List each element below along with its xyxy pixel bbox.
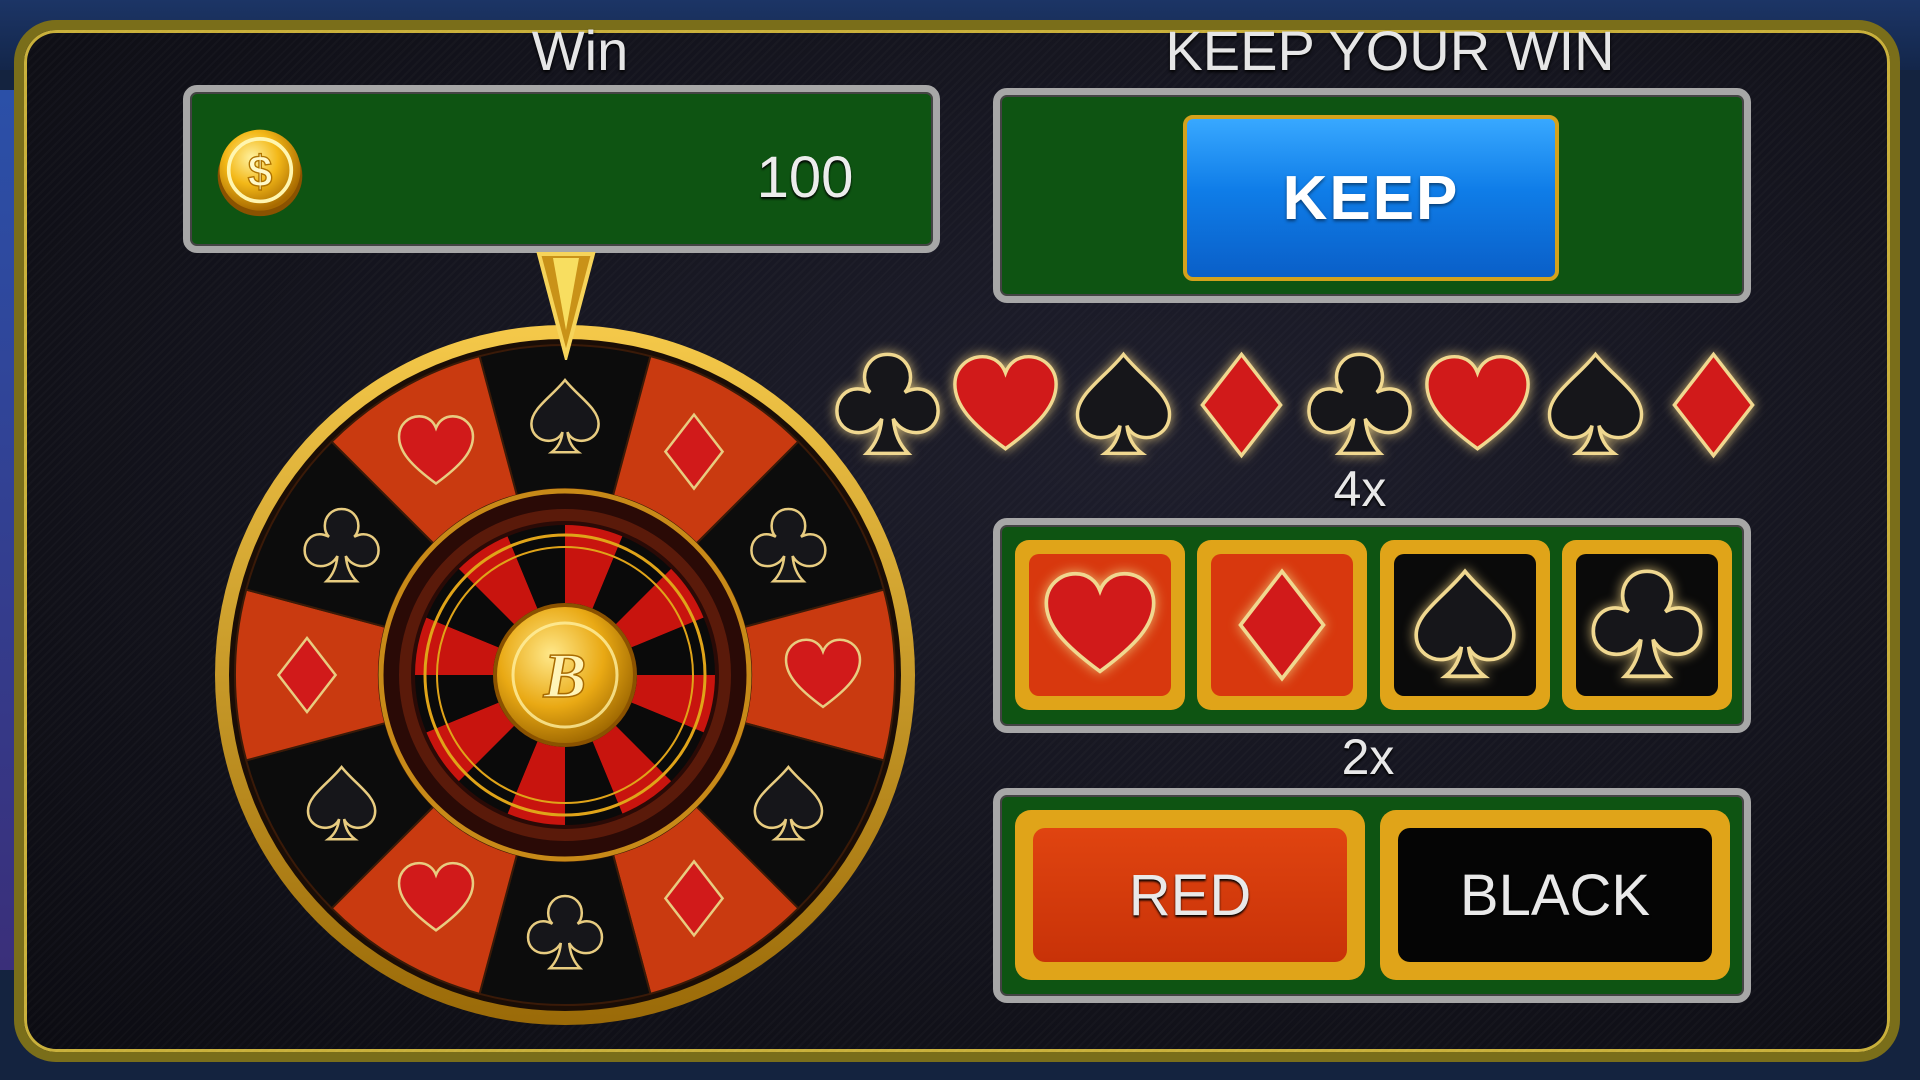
club-icon — [1591, 569, 1703, 679]
suit-history — [830, 345, 1765, 465]
keep-heading: KEEP YOUR WIN — [1165, 19, 1615, 82]
diamond-icon — [1672, 351, 1755, 459]
spade-icon — [1075, 351, 1172, 456]
suit-multiplier: 4x — [1333, 461, 1387, 517]
coin-icon: $ — [217, 129, 303, 217]
bet-spade[interactable] — [1380, 540, 1550, 710]
black-button-label: BLACK — [1398, 828, 1712, 962]
bet-diamond[interactable] — [1197, 540, 1367, 710]
red-button[interactable]: RED — [1015, 810, 1365, 980]
coin-symbol: $ — [248, 148, 273, 197]
heart-icon — [1425, 354, 1530, 451]
spade-icon — [1547, 351, 1644, 456]
heart-icon — [1044, 571, 1156, 674]
bet-heart-face — [1029, 554, 1171, 696]
history-diamond — [1184, 345, 1299, 465]
heart-icon — [953, 354, 1058, 451]
hub-letter: B — [543, 640, 587, 711]
bet-club-face — [1576, 554, 1718, 696]
bet-diamond-face — [1211, 554, 1353, 696]
keep-button[interactable]: KEEP — [1183, 115, 1559, 281]
history-club — [1302, 345, 1417, 465]
history-heart — [948, 345, 1063, 465]
history-diamond — [1656, 345, 1771, 465]
color-multiplier: 2x — [1341, 729, 1395, 785]
suit-wheel[interactable]: B — [210, 320, 920, 1030]
wheel-pointer-icon — [536, 252, 596, 360]
history-spade — [1538, 345, 1653, 465]
club-icon — [1307, 352, 1412, 456]
bet-heart[interactable] — [1015, 540, 1185, 710]
black-button[interactable]: BLACK — [1380, 810, 1730, 980]
win-heading: Win — [531, 19, 629, 82]
red-button-label: RED — [1033, 828, 1347, 962]
history-heart — [1420, 345, 1535, 465]
win-amount: 100 — [756, 145, 854, 210]
bet-spade-face — [1394, 554, 1536, 696]
spade-icon — [1414, 568, 1516, 679]
diamond-icon — [1200, 351, 1283, 459]
bet-club[interactable] — [1562, 540, 1732, 710]
history-spade — [1066, 345, 1181, 465]
diamond-icon — [1238, 568, 1326, 682]
